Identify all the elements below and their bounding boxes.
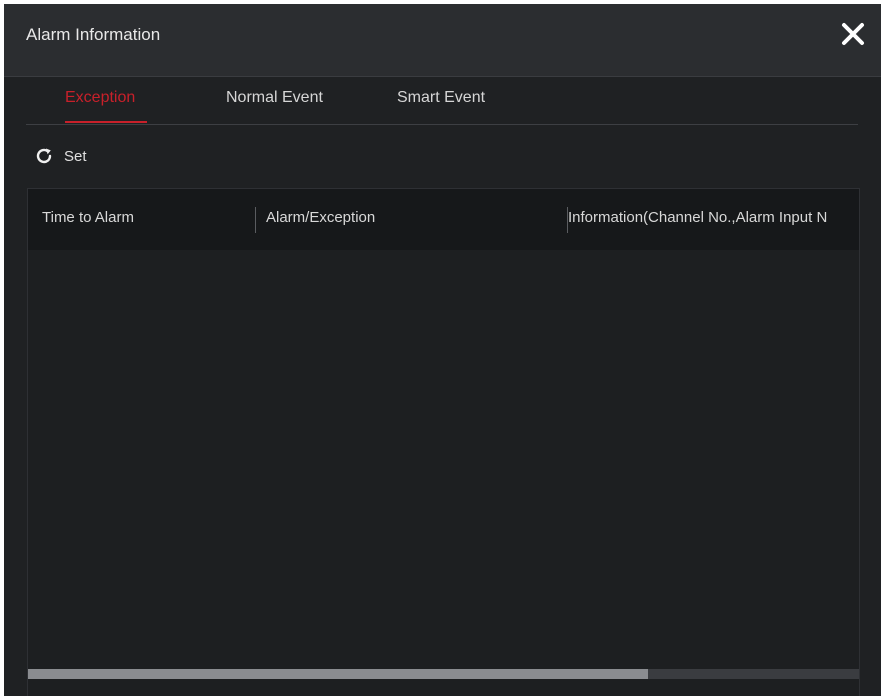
column-divider[interactable] [255, 207, 256, 233]
column-header-alarm-exception[interactable]: Alarm/Exception [266, 209, 375, 226]
tab-exception[interactable]: Exception [65, 89, 135, 107]
close-icon[interactable] [840, 21, 866, 47]
column-header-information[interactable]: Information(Channel No.,Alarm Input N [568, 209, 827, 226]
tab-smart-event[interactable]: Smart Event [397, 89, 485, 107]
refresh-icon [36, 148, 52, 164]
set-button[interactable]: Set [34, 144, 87, 168]
dialog-titlebar: Alarm Information [4, 4, 881, 77]
scrollbar-thumb[interactable] [28, 669, 648, 679]
horizontal-scrollbar[interactable] [28, 669, 859, 679]
column-header-time-to-alarm[interactable]: Time to Alarm [42, 209, 134, 226]
alarm-information-dialog: Alarm Information Exception Normal Event… [4, 4, 881, 696]
set-label: Set [64, 147, 87, 165]
tab-bar: Exception Normal Event Smart Event [26, 76, 858, 125]
dialog-title: Alarm Information [26, 25, 161, 44]
alarm-table: Time to Alarm Alarm/Exception Informatio… [27, 188, 860, 696]
active-tab-indicator [65, 121, 147, 123]
table-header: Time to Alarm Alarm/Exception Informatio… [28, 189, 859, 250]
tab-normal-event[interactable]: Normal Event [226, 89, 323, 107]
